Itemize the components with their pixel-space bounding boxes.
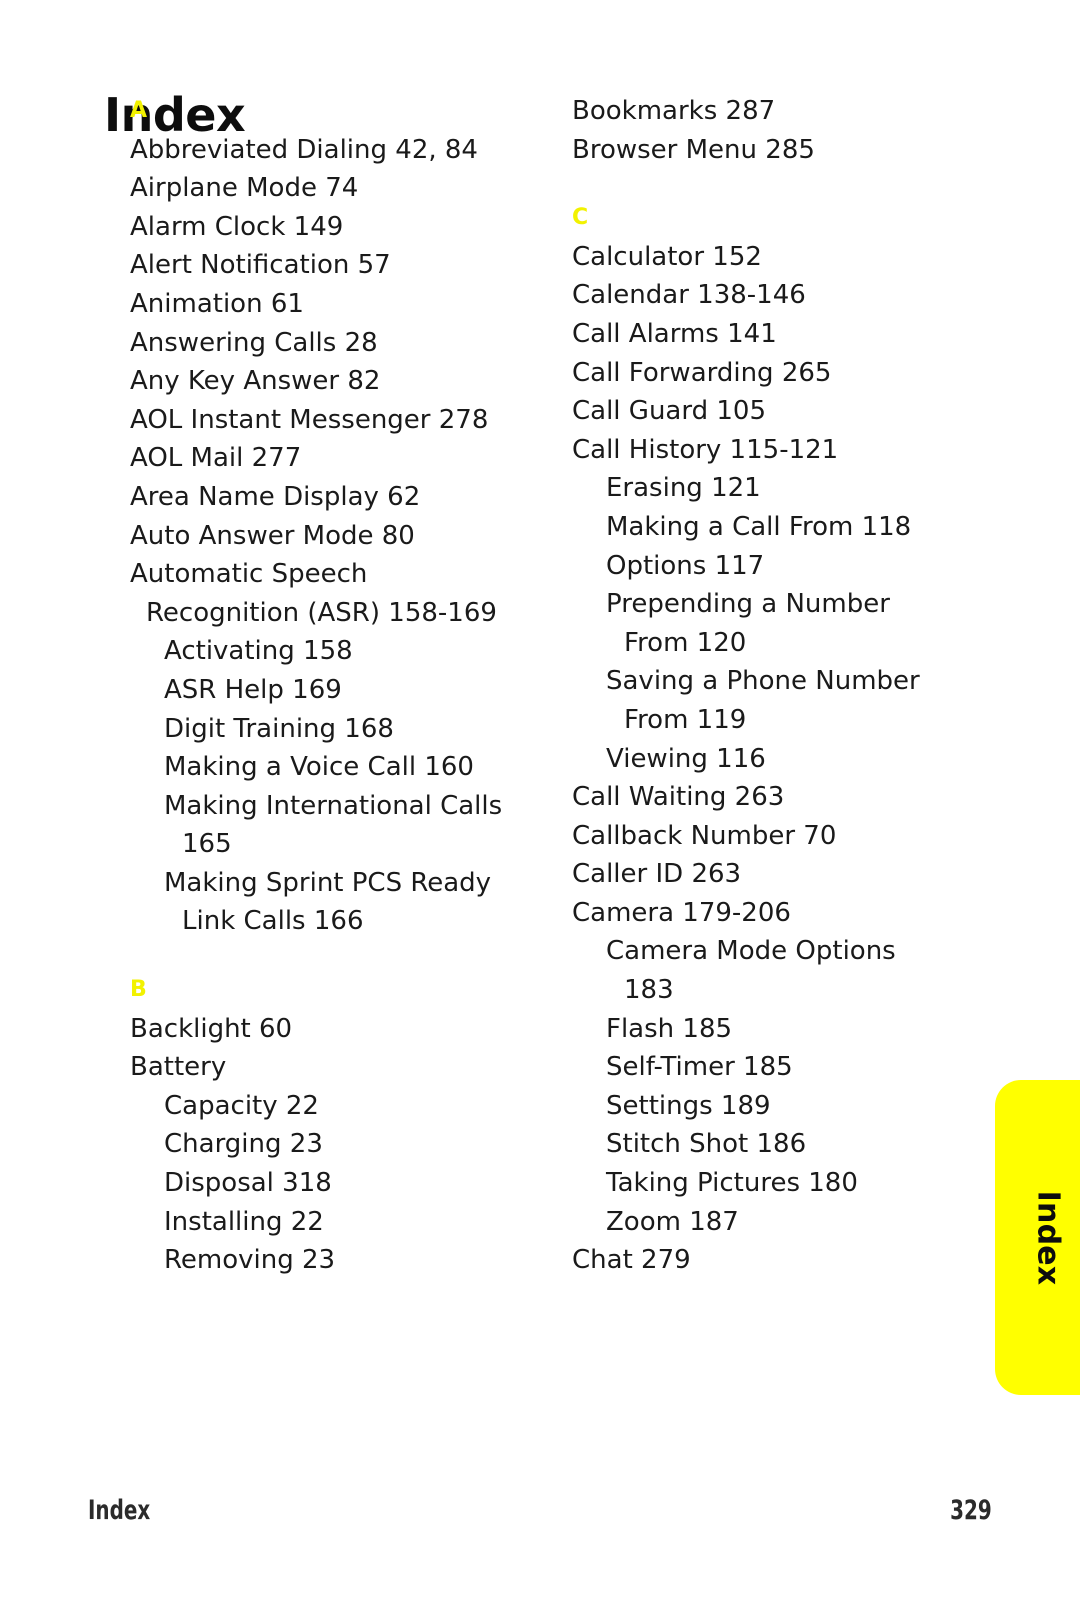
index-entry: Automatic Speech [130,559,368,590]
index-entry: Alarm Clock 149 [130,211,344,242]
index-entry: Making a Voice Call 160 [164,752,474,783]
index-entry: Chat 279 [572,1245,691,1276]
index-entry: Making Sprint PCS Ready [164,867,492,898]
index-entry: Saving a Phone Number [606,666,920,697]
index-entry: Call Forwarding 265 [572,357,832,388]
index-entry: Activating 158 [164,636,353,667]
index-entry: Area Name Display 62 [130,481,421,512]
index-entry: Answering Calls 28 [130,327,378,358]
index-entry: Backlight 60 [130,1013,293,1044]
index-entry: Animation 61 [130,288,304,319]
index-entry: Abbreviated Dialing 42, 84 [130,134,478,165]
footer-section-label: Index [88,1495,151,1526]
index-entry: Battery [130,1052,227,1083]
index-entry: Camera 179-206 [572,897,791,928]
index-entry: Camera Mode Options [606,936,896,967]
index-entry: Recognition (ASR) 158-169 [146,597,497,628]
index-entry: Call Waiting 263 [572,782,785,813]
index-entry: Digit Training 168 [164,713,394,744]
index-entry: Disposal 318 [164,1168,332,1199]
index-entry: Charging 23 [164,1129,323,1160]
index-entry: Bookmarks 287 [572,96,776,126]
index-entry: Calendar 138-146 [572,280,806,311]
index-entry: Auto Answer Mode 80 [130,520,415,551]
section-letter-c: C [572,205,589,231]
index-entry: Alert Notification 57 [130,250,391,281]
index-entry: ASR Help 169 [164,674,342,705]
index-entry: Link Calls 166 [182,906,364,937]
index-entry: Callback Number 70 [572,820,837,851]
index-entry: Viewing 116 [606,743,766,774]
index-entry: Flash 185 [606,1013,733,1044]
section-letter-b: B [130,977,147,1003]
index-entry: Settings 189 [606,1090,771,1121]
footer-page-number: 329 [950,1495,992,1526]
index-entry: Browser Menu 285 [572,134,815,165]
index-entry: Self-Timer 185 [606,1052,793,1083]
index-entry: Making a Call From 118 [606,511,912,542]
index-entry: 165 [182,829,232,860]
index-entry: Taking Pictures 180 [606,1168,858,1199]
page-footer: Index 329 [88,1495,992,1535]
index-entry: Stitch Shot 186 [606,1129,807,1160]
index-entry: Options 117 [606,550,765,581]
index-entry: Prepending a Number [606,589,890,620]
index-column-right: Bookmarks 287 Browser Menu 285 C Calculator… [572,92,972,1280]
section-letter-a: A [130,98,148,123]
index-entry: Call History 115-121 [572,434,839,465]
index-entry: Calculator 152 [572,241,762,272]
section-side-tab: Index [995,1080,1080,1395]
index-entry: Capacity 22 [164,1090,319,1121]
index-entry: Erasing 121 [606,473,761,504]
index-entry: Zoom 187 [606,1206,739,1237]
index-entry: From 119 [624,704,747,735]
side-tab-label: Index [1030,1190,1065,1285]
index-entry: Installing 22 [164,1206,324,1237]
index-column-left: A Abbreviated Dialing 42, 84 Airplane Mode… [130,92,530,1280]
index-entry: AOL Mail 277 [130,443,302,474]
index-entry: Making International Calls [164,790,503,821]
index-entry: From 120 [624,627,747,658]
index-entry: Call Guard 105 [572,396,766,427]
index-entry: Caller ID 263 [572,859,742,890]
index-entry: AOL Instant Messenger 278 [130,404,489,435]
index-entry: Call Alarms 141 [572,318,777,349]
index-entry: Airplane Mode 74 [130,173,359,204]
index-entry: Removing 23 [164,1245,336,1276]
index-entry: Any Key Answer 82 [130,366,381,397]
index-entry: 183 [624,975,674,1006]
